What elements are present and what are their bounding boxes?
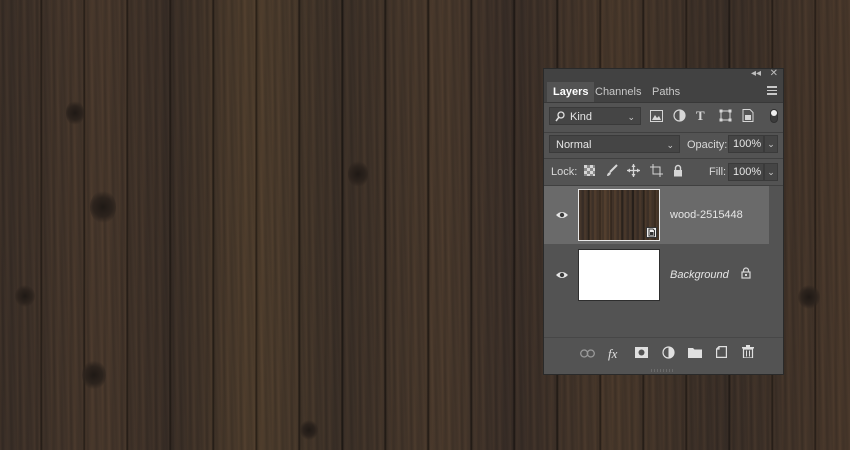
blend-mode-value: Normal — [556, 139, 592, 151]
image-filter-icon[interactable] — [650, 110, 663, 122]
group-folder-icon[interactable] — [688, 347, 702, 358]
lock-position-icon[interactable] — [627, 164, 640, 177]
filter-toggle[interactable] — [770, 109, 778, 123]
fill-dropdown-button[interactable]: ⌄ — [764, 163, 778, 181]
lock-artboard-icon[interactable] — [650, 164, 663, 177]
layer-thumbnail — [578, 189, 660, 241]
layer-thumbnail — [578, 249, 660, 301]
kind-label: Kind — [570, 111, 593, 123]
filter-row: Kind ⌄ T — [544, 103, 783, 131]
shape-filter-icon[interactable] — [719, 109, 732, 122]
visibility-eye-icon[interactable] — [555, 268, 569, 282]
layer-name: Background — [670, 269, 729, 281]
blend-row: Normal ⌄ Opacity: 100% ⌄ — [544, 133, 783, 157]
type-filter-icon[interactable]: T — [696, 109, 705, 123]
layers-panel: ◂◂ ✕ Layers Channels Paths Kind ⌄ T Norm… — [543, 68, 784, 375]
opacity-input[interactable]: 100% — [728, 135, 764, 153]
layer-row[interactable]: Background — [544, 246, 769, 304]
link-layers-icon[interactable] — [580, 349, 595, 358]
opacity-dropdown-button[interactable]: ⌄ — [764, 135, 778, 153]
wood-knot — [300, 420, 318, 440]
wood-knot — [66, 100, 84, 126]
blend-mode-select[interactable]: Normal ⌄ — [549, 135, 680, 153]
close-icon[interactable]: ✕ — [770, 68, 778, 79]
lock-label: Lock: — [551, 166, 578, 178]
wood-knot — [82, 360, 106, 390]
search-icon — [555, 111, 565, 122]
panel-tabs: Layers Channels Paths — [544, 80, 783, 103]
layer-mask-icon[interactable] — [635, 347, 648, 358]
smart-object-filter-icon[interactable] — [742, 109, 754, 122]
lock-row: Lock: Fill: 100% ⌄ — [544, 159, 783, 185]
panel-resize-grip[interactable] — [651, 369, 675, 372]
lock-transparent-pixels-icon[interactable] — [584, 165, 595, 176]
layer-name: wood-2515448 — [670, 209, 743, 221]
lock-all-icon[interactable] — [673, 164, 683, 177]
layers-list: wood-2515448 Background — [544, 186, 783, 336]
smart-object-badge-icon — [646, 227, 657, 238]
lock-image-pixels-icon[interactable] — [606, 164, 618, 177]
wood-knot — [15, 285, 35, 307]
opacity-label: Opacity: — [687, 139, 728, 151]
divider — [544, 337, 783, 338]
wood-knot — [348, 160, 368, 188]
chevron-down-icon: ⌄ — [666, 140, 674, 150]
panel-topbar: ◂◂ ✕ — [544, 68, 783, 80]
visibility-eye-icon[interactable] — [555, 208, 569, 222]
panel-footer: fx — [544, 342, 783, 364]
adjustment-layer-icon[interactable] — [662, 346, 675, 359]
trash-icon[interactable] — [742, 345, 754, 358]
tab-layers[interactable]: Layers — [547, 82, 595, 102]
collapse-icon[interactable]: ◂◂ — [751, 68, 761, 79]
kind-filter-select[interactable]: Kind ⌄ — [549, 107, 641, 125]
new-layer-icon[interactable] — [716, 346, 727, 358]
wood-knot — [90, 190, 116, 224]
tab-paths[interactable]: Paths — [646, 82, 686, 102]
chevron-down-icon: ⌄ — [627, 112, 635, 122]
fx-icon[interactable]: fx — [608, 346, 617, 362]
wood-knot — [798, 285, 820, 309]
adjustment-filter-icon[interactable] — [673, 109, 686, 122]
panel-menu-icon[interactable] — [767, 86, 777, 95]
layer-row[interactable]: wood-2515448 — [544, 186, 769, 244]
layer-lock-icon[interactable] — [741, 267, 751, 279]
fill-input[interactable]: 100% — [728, 163, 764, 181]
tab-channels[interactable]: Channels — [589, 82, 647, 102]
fill-label: Fill: — [709, 166, 727, 178]
